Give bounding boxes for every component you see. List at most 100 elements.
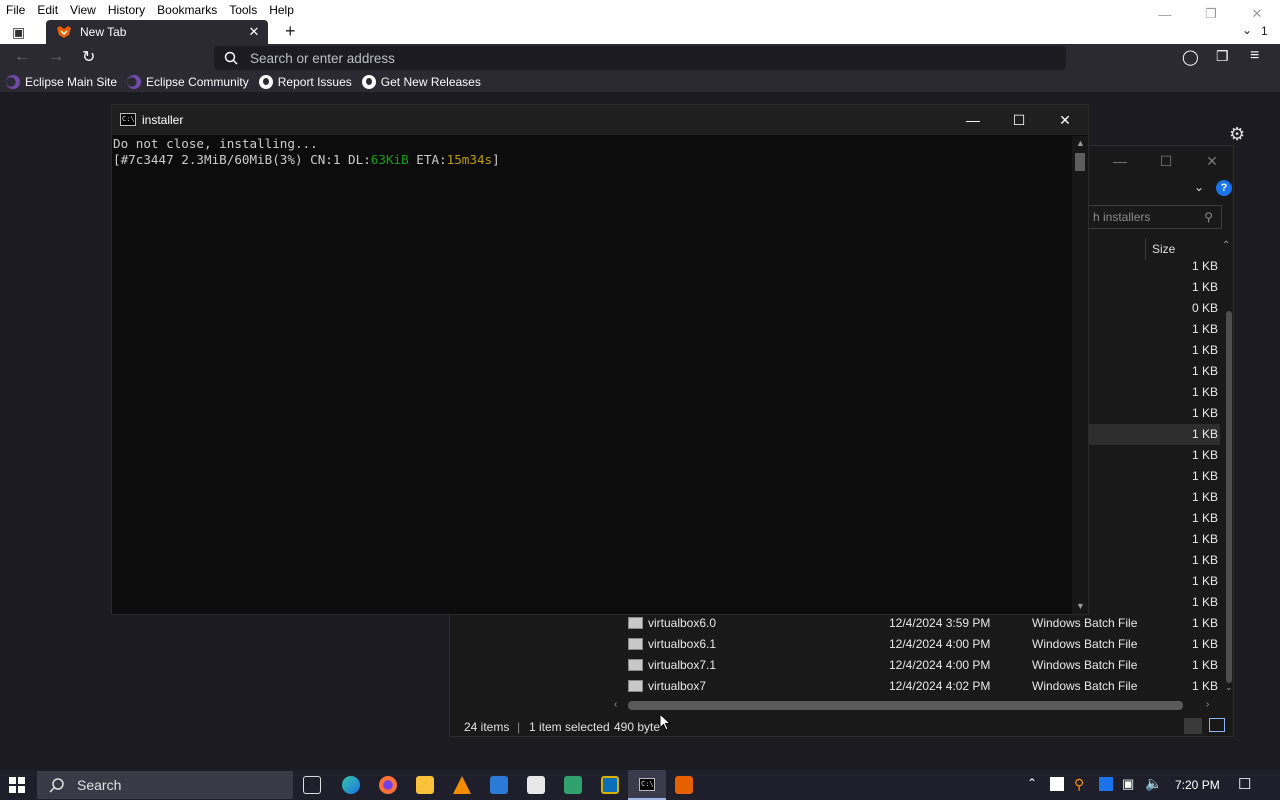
scroll-down-arrow-icon[interactable]: ▼ [1076, 601, 1085, 611]
virtual-machine-icon[interactable] [601, 776, 619, 794]
vscode-icon[interactable] [490, 776, 508, 794]
reload-icon[interactable]: ↻ [82, 47, 95, 67]
console-icon: C:\ [120, 113, 136, 126]
edge-icon[interactable] [342, 776, 360, 794]
address-placeholder: Search or enter address [250, 50, 395, 66]
file-explorer-icon[interactable] [416, 776, 434, 794]
account-icon[interactable]: ◯ [1182, 48, 1199, 66]
bookmark-eclipse-community[interactable]: Eclipse Community [127, 75, 249, 89]
search-tool-icon[interactable]: ⚲ [1074, 776, 1084, 793]
list-item[interactable]: virtualbox6.1 12/4/2024 4:00 PM Windows Ba… [610, 634, 1220, 655]
batch-file-icon [628, 617, 643, 629]
taskbar: Search C:\ ⌃ ⚲ ▣ 🔈 7:20 PM ☐ [0, 770, 1280, 800]
new-tab-plus-icon[interactable]: + [285, 21, 296, 42]
status-divider: | [517, 720, 521, 734]
console-scrollbar-thumb[interactable] [1075, 153, 1085, 171]
search-icon: ⚲ [1204, 210, 1213, 224]
taskbar-console-active[interactable]: C:\ [628, 770, 666, 800]
list-item[interactable]: virtualbox7 12/4/2024 4:02 PM Windows Batc… [610, 676, 1220, 697]
tab-title: New Tab [80, 25, 127, 39]
back-arrow-icon[interactable]: ← [14, 48, 30, 66]
console-icon: C:\ [639, 778, 655, 791]
app-icon[interactable] [564, 776, 582, 794]
console-window-controls: — ☐ ✕ [950, 105, 1088, 135]
batch-file-icon [628, 680, 643, 692]
fox-icon[interactable] [675, 776, 693, 794]
details-view-icon[interactable] [1184, 718, 1202, 734]
menu-bar: File Edit View History Bookmarks Tools Help — … [0, 0, 1280, 22]
scroll-up-arrow-icon[interactable]: ⌃ [1222, 240, 1230, 251]
scroll-down-arrow-icon[interactable]: ⌄ [1225, 682, 1233, 693]
scroll-right-arrow-icon[interactable]: › [1206, 699, 1209, 710]
windows-start-icon[interactable] [9, 777, 25, 793]
close-icon[interactable]: ✕ [1189, 146, 1235, 176]
batch-file-icon [628, 659, 643, 671]
bookmark-report-issues[interactable]: Report Issues [258, 75, 352, 89]
menu-bookmarks[interactable]: Bookmarks [151, 0, 223, 17]
close-icon[interactable]: ✕ [1042, 105, 1088, 135]
vertical-scrollbar-thumb[interactable] [1226, 311, 1232, 683]
menu-file[interactable]: File [0, 0, 31, 17]
batch-file-icon [628, 638, 643, 650]
address-bar[interactable]: Search or enter address [214, 46, 1066, 70]
search-input[interactable]: h installers ⚲ [1086, 205, 1222, 229]
help-icon[interactable]: ? [1216, 180, 1232, 196]
explorer-window-controls: — ☐ ✕ [1097, 146, 1235, 176]
status-bar: 24 items | 1 item selected 490 byte [450, 714, 1235, 738]
console-window: C:\ installer — ☐ ✕ Do not close, instal… [111, 104, 1089, 615]
github-icon [258, 75, 273, 89]
scroll-up-arrow-icon[interactable]: ▲ [1076, 138, 1085, 148]
eclipse-icon [6, 75, 20, 89]
console-scrollbar[interactable] [1072, 136, 1088, 614]
taskbar-search[interactable]: Search [37, 771, 293, 799]
tab-count: 1 [1261, 24, 1268, 38]
bookmarks-toolbar: Eclipse Main Site Eclipse Community Repo… [0, 72, 1280, 92]
hamburger-menu-icon[interactable]: ≡ [1250, 47, 1259, 65]
firefox-view-icon[interactable]: ▣ [12, 24, 25, 41]
maximize-icon[interactable]: ☐ [1143, 146, 1189, 176]
large-icons-view-icon[interactable] [1209, 718, 1225, 732]
search-icon [49, 778, 64, 793]
list-tabs-chevron-icon[interactable]: ⌄ [1242, 23, 1252, 37]
search-icon [224, 51, 238, 65]
horizontal-scrollbar-thumb[interactable] [628, 701, 1183, 710]
gear-icon[interactable]: ⚙ [1229, 124, 1245, 145]
download-speed: 63KiB [370, 152, 409, 167]
scroll-left-arrow-icon[interactable]: ‹ [614, 699, 617, 710]
bookmark-eclipse-main-site[interactable]: Eclipse Main Site [6, 75, 117, 89]
list-item[interactable]: virtualbox7.1 12/4/2024 4:00 PM Windows Ba… [610, 655, 1220, 676]
close-tab-icon[interactable]: ✕ [244, 24, 264, 40]
github-icon [361, 75, 376, 89]
ribbon-expand-chevron-icon[interactable]: ⌄ [1194, 180, 1204, 194]
menu-help[interactable]: Help [263, 0, 300, 17]
eclipse-icon [127, 75, 142, 89]
maximize-icon[interactable]: ☐ [996, 105, 1042, 135]
windows-security-icon[interactable] [1050, 777, 1064, 791]
notepad-icon[interactable] [527, 776, 545, 794]
tab-new-tab[interactable]: New Tab ✕ [46, 20, 268, 44]
taskbar-clock[interactable]: 7:20 PM [1175, 778, 1220, 792]
minimize-icon[interactable]: — [1097, 146, 1143, 176]
show-hidden-icons-chevron-icon[interactable]: ⌃ [1027, 776, 1037, 790]
network-icon[interactable]: ▣ [1122, 776, 1134, 792]
extensions-icon[interactable]: ❒ [1216, 48, 1229, 65]
menu-tools[interactable]: Tools [223, 0, 263, 17]
list-item[interactable]: virtualbox6.0 12/4/2024 3:59 PM Windows Ba… [610, 613, 1220, 634]
menu-history[interactable]: History [102, 0, 151, 17]
forward-arrow-icon[interactable]: → [48, 48, 64, 66]
menu-edit[interactable]: Edit [31, 0, 64, 17]
task-view-icon[interactable] [303, 776, 321, 794]
console-output[interactable]: Do not close, installing... [#7c3447 2.3M… [112, 136, 1070, 614]
console-title-bar[interactable]: C:\ installer — ☐ ✕ [112, 105, 1088, 135]
minimize-icon[interactable]: — [950, 105, 996, 135]
bookmark-get-new-releases[interactable]: Get New Releases [361, 75, 481, 89]
tab-strip: ▣ New Tab ✕ + ⌄ 1 [0, 20, 1280, 44]
tray-app-icon[interactable] [1099, 777, 1113, 791]
column-header-size[interactable]: Size [1152, 242, 1175, 256]
navigation-bar: ← → ↻ Search or enter address ◯ ❒ ≡ [0, 44, 1280, 72]
vlc-icon[interactable] [453, 776, 471, 794]
volume-icon[interactable]: 🔈 [1145, 775, 1162, 792]
notifications-icon[interactable]: ☐ [1238, 775, 1251, 793]
menu-view[interactable]: View [64, 0, 102, 17]
firefox-icon[interactable] [379, 776, 397, 794]
